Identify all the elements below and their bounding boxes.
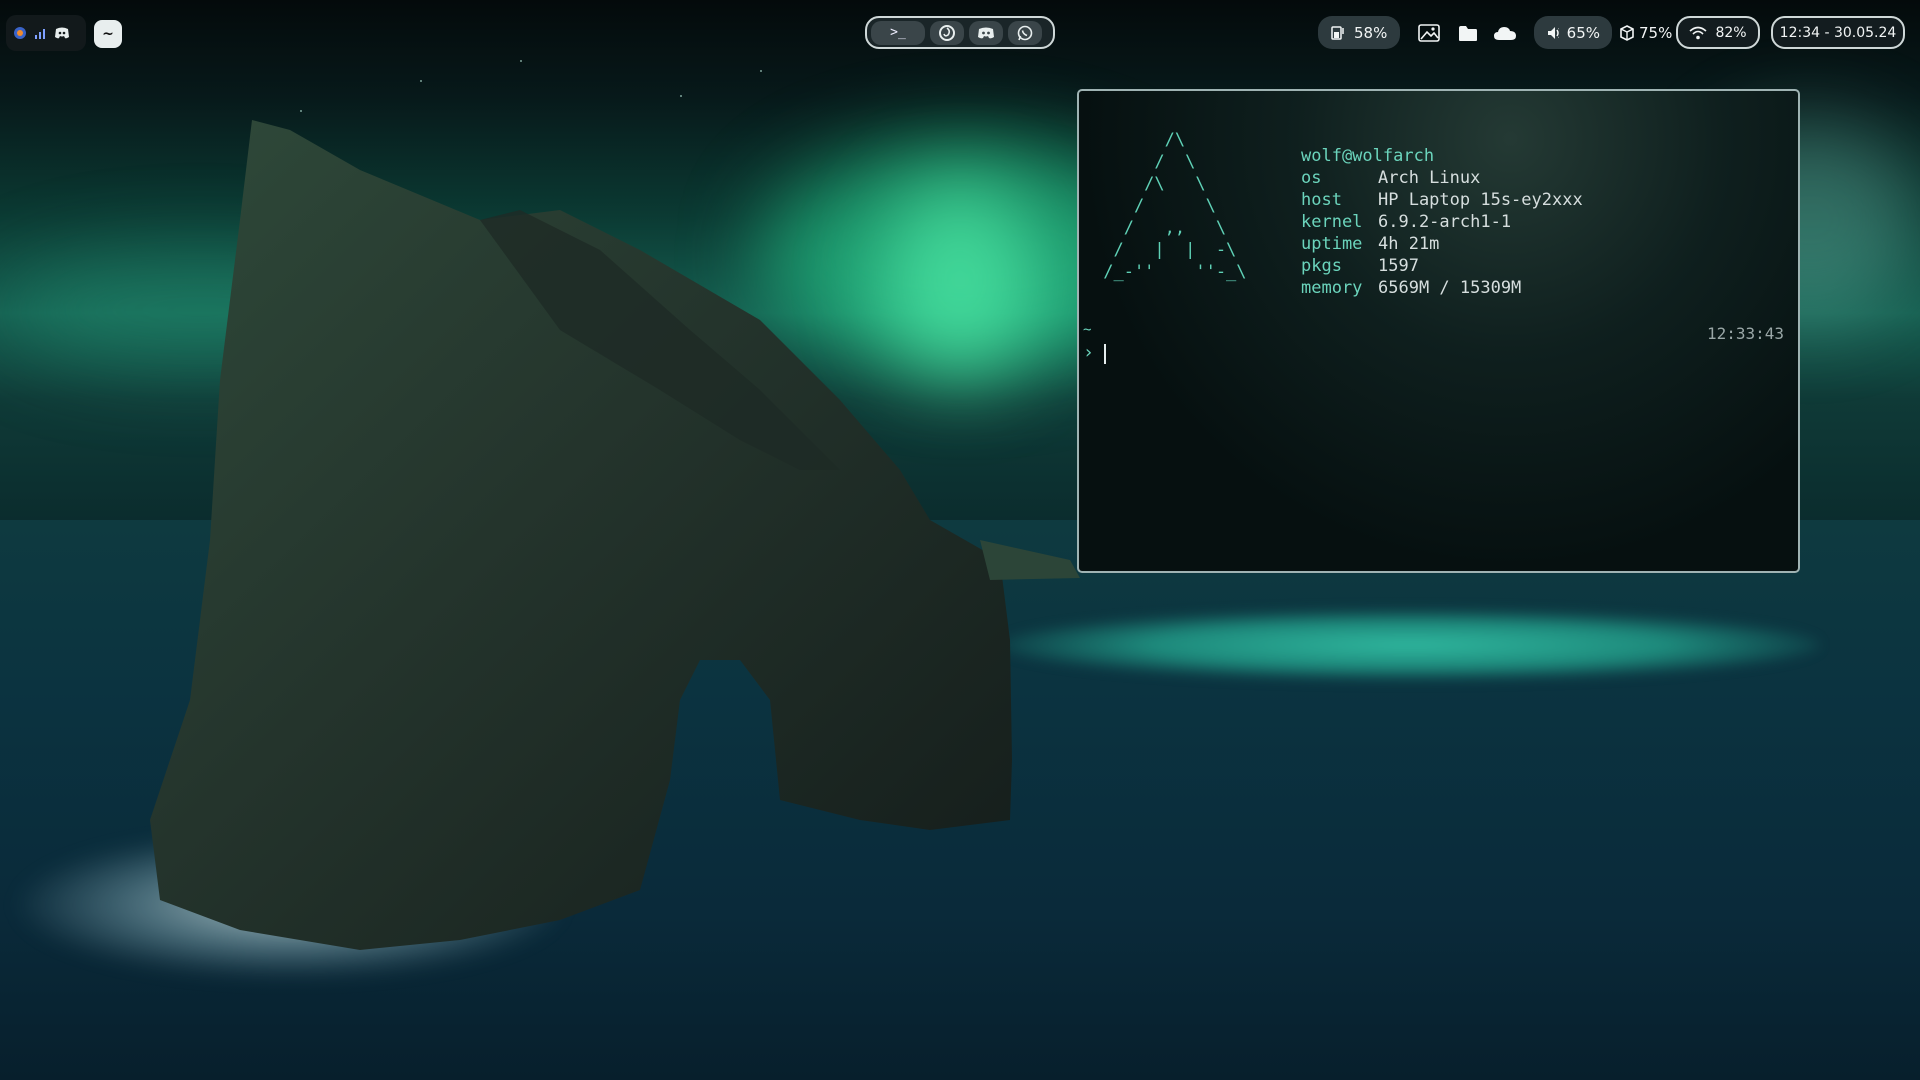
battery-value: 75% [1639,24,1673,42]
prompt-time: 12:33:43 [1706,324,1784,343]
fetch-key: host [1301,190,1342,210]
datetime-label: 12:34 - 30.05.24 [1779,24,1897,41]
app-dock: >_ [865,16,1055,49]
user-host: wolf@wolfarch [1301,146,1435,166]
fetch-key: memory [1301,278,1363,298]
fetch-key: pkgs [1301,256,1342,276]
discord-icon[interactable] [54,25,70,41]
star [420,80,422,82]
fetch-value: 4h 21m [1378,234,1440,254]
star [680,95,682,97]
firefox-button[interactable] [930,20,964,45]
whatsapp-button[interactable] [1008,20,1042,45]
image-icon [1418,24,1440,42]
fetch-value: 6569M / 15309M [1378,278,1522,298]
fetch-row-kernel: kernel 6.9.2-arch1-1 [1301,211,1583,233]
fetch-row-memory: memory 6569M / 15309M [1301,277,1583,299]
whatsapp-icon [1017,25,1033,40]
fetch-value: 1597 [1378,256,1419,276]
firefox-icon [939,24,955,41]
fetch-value: Arch Linux [1378,168,1481,188]
cloud-icon [1494,27,1516,40]
folder-tray-item[interactable] [1458,19,1478,47]
wifi-indicator[interactable]: 82% [1676,16,1760,49]
fetch-row-uptime: uptime 4h 21m [1301,233,1583,255]
fetch-key: os [1301,168,1322,188]
battery-indicator[interactable]: 75% [1620,19,1672,47]
wifi-icon [1689,26,1707,39]
brightness-icon [1331,25,1344,40]
battery-icon [1620,25,1634,41]
blender-icon[interactable] [12,25,28,41]
wifi-value: 82% [1715,24,1747,41]
fetch-user-row: wolf@wolfarch [1301,145,1583,167]
terminal-window[interactable]: /\ / \ /\ \ / \ / ,, \ / | | -\ /_-'' ''… [1077,89,1800,573]
fetch-row-pkgs: pkgs 1597 [1301,255,1583,277]
discord-button[interactable] [969,20,1003,45]
volume-value: 65% [1566,23,1600,42]
fetch-info: wolf@wolfarch os Arch Linux host HP Lapt… [1301,145,1583,299]
terminal-button[interactable]: >_ [871,20,925,45]
fetch-key: kernel [1301,212,1363,232]
fetch-key: uptime [1301,234,1363,254]
workspace-indicators[interactable] [6,15,86,51]
star [760,70,762,72]
image-tray-item[interactable] [1418,19,1440,47]
text-cursor[interactable] [1104,344,1106,364]
brightness-indicator[interactable]: 58% [1318,16,1400,49]
folder-icon [1459,25,1477,41]
cloud-tray-item[interactable] [1493,19,1517,47]
current-directory: ~ [1083,322,1092,338]
fetch-row-host: host HP Laptop 15s-ey2xxx [1301,189,1583,211]
signal-icon[interactable] [33,25,49,41]
fetch-row-os: os Arch Linux [1301,167,1583,189]
volume-icon [1548,26,1559,39]
fetch-value: 6.9.2-arch1-1 [1378,212,1512,232]
star [300,110,302,112]
clock-widget[interactable]: 12:34 - 30.05.24 [1771,16,1905,49]
volume-indicator[interactable]: 65% [1534,16,1612,49]
arch-ascii-logo: /\ / \ /\ \ / \ / ,, \ / | | -\ /_-'' ''… [1103,130,1247,282]
star [520,60,522,62]
prompt-symbol: › [1083,342,1094,363]
brightness-value: 58% [1354,23,1388,42]
launcher-button[interactable]: ~ [94,20,122,48]
fetch-value: HP Laptop 15s-ey2xxx [1378,190,1583,210]
discord-icon [978,27,994,38]
